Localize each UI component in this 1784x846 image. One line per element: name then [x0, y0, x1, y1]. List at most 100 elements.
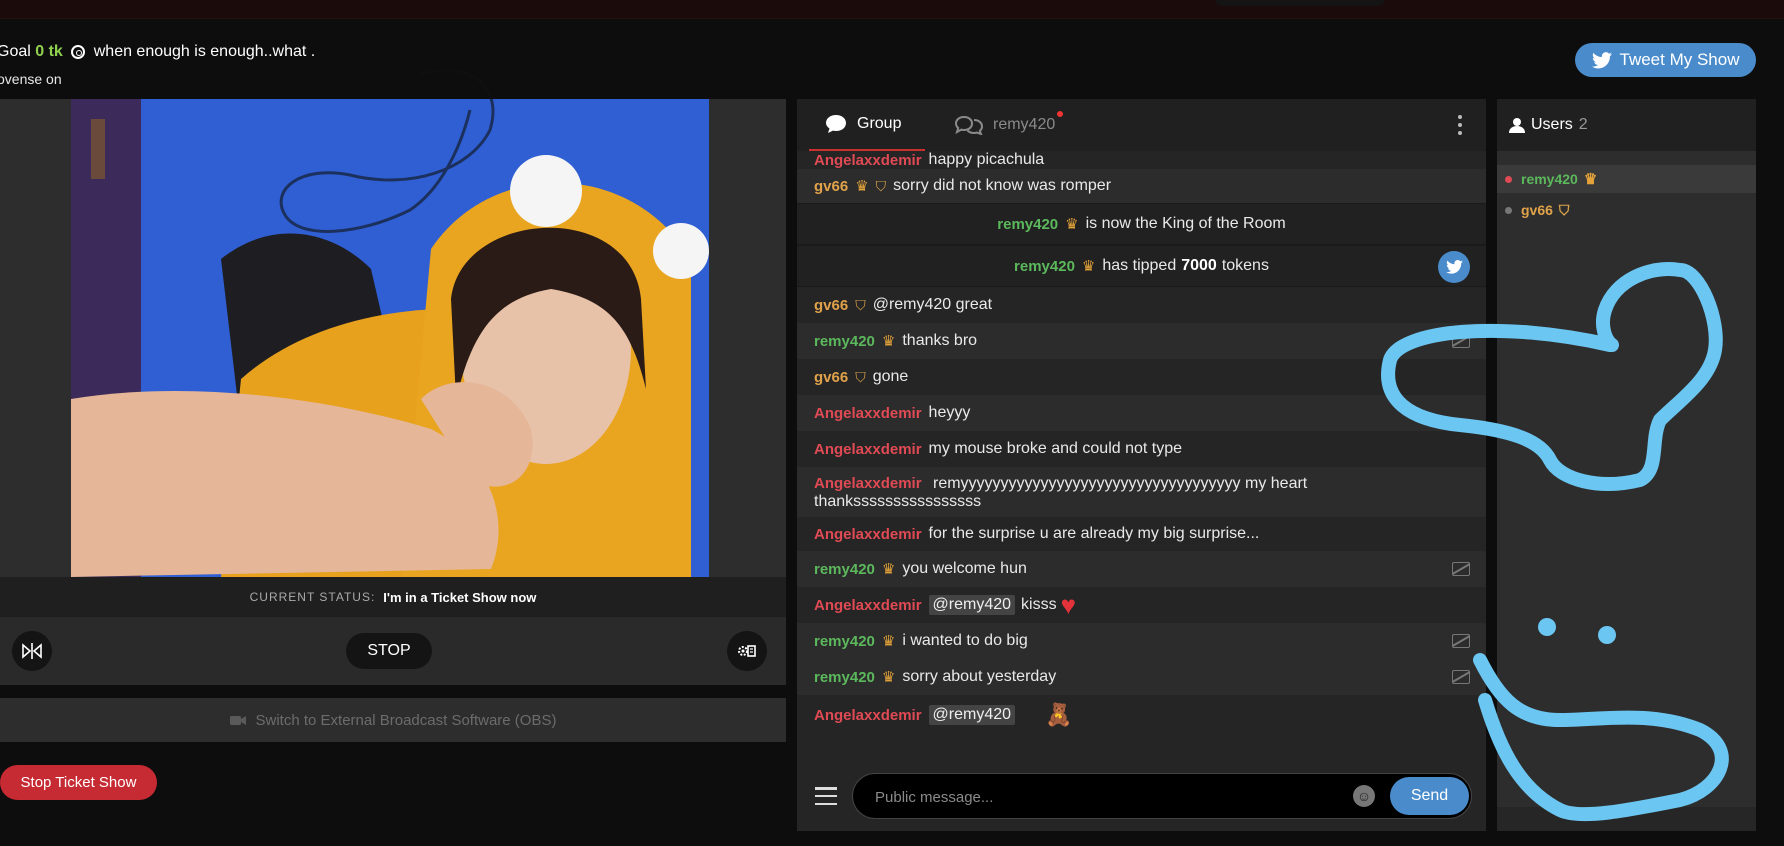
shield-icon: ⛉ [855, 368, 866, 385]
users-title: Users [1531, 116, 1573, 133]
message-input-wrapper: ☺ Send [852, 773, 1472, 819]
tweet-my-show-button[interactable]: Tweet My Show [1575, 43, 1756, 77]
username[interactable]: Angelaxxdemir [814, 526, 922, 543]
message-text: for the surprise u are already my big su… [928, 525, 1260, 542]
chat-message: remy420 ♛ you welcome hun [797, 551, 1486, 587]
obs-label: Switch to External Broadcast Software (O… [255, 711, 557, 729]
username[interactable]: Angelaxxdemir [814, 152, 922, 169]
stop-button[interactable]: STOP [346, 633, 432, 669]
hide-message-icon[interactable] [1452, 670, 1470, 684]
menu-line [815, 802, 837, 805]
message-text: tokens [1221, 257, 1269, 274]
twitter-icon [1445, 260, 1463, 274]
username[interactable]: Angelaxxdemir [814, 441, 922, 458]
chat-tabs: Group remy420 [797, 99, 1486, 151]
username[interactable]: remy420 [814, 333, 875, 350]
stop-ticket-show-button[interactable]: Stop Ticket Show [0, 765, 157, 800]
hide-message-icon[interactable] [1452, 334, 1470, 348]
tweet-my-show-label: Tweet My Show [1619, 50, 1740, 69]
chat-message: remy420 ♛ sorry about yesterday [797, 659, 1486, 695]
message-text: kisss [1021, 596, 1057, 613]
flip-camera-button[interactable] [12, 631, 52, 671]
crown-icon: ♛ [881, 633, 896, 650]
tab-group-label: Group [857, 115, 902, 132]
message-text: my mouse broke and could not type [928, 440, 1183, 457]
emoji-icon[interactable]: ☺ [1353, 785, 1375, 807]
tweet-tip-button[interactable] [1438, 251, 1470, 283]
mention-tag[interactable]: @remy420 [928, 595, 1016, 615]
message-text: @remy420 great [872, 296, 993, 313]
users-panel: Users 2 remy420 ♛ gv66 ⛉ [1497, 99, 1756, 831]
tab-private-remy420[interactable]: remy420 [955, 99, 1064, 151]
chat-message: gv66 ♛ ⛉ sorry did not know was romper [797, 169, 1486, 203]
menu-line [815, 794, 837, 798]
message-text: remyyyyyyyyyyyyyyyyyyyyyyyyyyyyyyyyyyy m… [933, 475, 1308, 492]
crown-icon: ♛ [855, 178, 869, 195]
chat-input-bar: ☺ Send [797, 761, 1486, 831]
settings-icon [738, 645, 756, 657]
shield-icon: ⛉ [855, 296, 866, 313]
mention-tag[interactable]: @remy420 [928, 705, 1016, 725]
goal-amount: 0 tk [35, 43, 63, 60]
switch-obs-button[interactable]: Switch to External Broadcast Software (O… [0, 698, 786, 742]
chat-message: gv66 ⛉ @remy420 great [797, 287, 1486, 323]
user-list-item[interactable]: gv66 ⛉ [1497, 196, 1756, 224]
send-button[interactable]: Send [1390, 777, 1469, 815]
user-icon [1509, 118, 1525, 133]
username[interactable]: gv66 [814, 369, 848, 386]
top-bar [0, 0, 1784, 19]
chat-message: Angelaxxdemir happy picachula [797, 151, 1486, 169]
crown-icon: ♛ [881, 561, 896, 578]
target-icon [71, 45, 86, 59]
unread-dot [1057, 111, 1064, 117]
video-panel [0, 99, 786, 577]
tip-message: remy420 ♛ has tipped 7000 tokens [797, 245, 1486, 287]
message-text: happy picachula [928, 151, 1045, 168]
message-text: i wanted to do big [902, 632, 1028, 649]
private-chat-icon [955, 115, 983, 135]
hide-message-icon[interactable] [1452, 562, 1470, 576]
current-status-bar: CURRENT STATUS: I'm in a Ticket Show now [0, 577, 786, 617]
username[interactable]: remy420 [814, 561, 875, 578]
username[interactable]: gv66 [814, 297, 848, 314]
tab-group[interactable]: Group [809, 99, 925, 151]
username[interactable]: Angelaxxdemir [814, 707, 922, 724]
message-text: is now the King of the Room [1085, 215, 1286, 232]
crown-icon: ♛ [881, 333, 896, 350]
user-list-item[interactable]: remy420 ♛ [1497, 165, 1756, 193]
username[interactable]: Angelaxxdemir [814, 597, 922, 614]
chat-message: remy420 ♛ thanks bro [797, 323, 1486, 359]
hug-emoji-icon: 🧸 [1045, 702, 1073, 727]
subline-text: ovense on [0, 71, 62, 87]
goal-text: when enough is enough..what . [93, 43, 316, 60]
status-value: I'm in a Ticket Show now [383, 589, 537, 605]
message-text: has tipped [1102, 257, 1177, 274]
username[interactable]: remy420 [997, 216, 1058, 233]
message-text-cont: thankssssssssssssssss [814, 493, 982, 510]
kebab-dot [1458, 123, 1462, 127]
username[interactable]: remy420 [814, 669, 875, 686]
chat-message: remy420 ♛ i wanted to do big [797, 623, 1486, 659]
chat-message: Angelaxxdemir @remy420 🧸 [797, 695, 1486, 735]
flip-icon [22, 643, 42, 659]
camera-icon [229, 715, 246, 725]
video-stream[interactable] [71, 99, 709, 577]
chat-message: Angelaxxdemir heyyy [797, 395, 1486, 431]
public-message-input[interactable] [873, 786, 1337, 808]
username[interactable]: remy420 [1014, 258, 1075, 275]
username[interactable]: Angelaxxdemir [814, 475, 922, 492]
username[interactable]: Angelaxxdemir [814, 405, 922, 422]
chat-options-menu-icon[interactable] [815, 787, 837, 805]
chat-message: Angelaxxdemir remyyyyyyyyyyyyyyyyyyyyyyy… [797, 467, 1486, 517]
username[interactable]: remy420 [814, 633, 875, 650]
hide-message-icon[interactable] [1452, 634, 1470, 648]
username[interactable]: gv66 [814, 178, 848, 195]
goal-prefix: Goal [0, 43, 31, 60]
message-text: you welcome hun [902, 560, 1027, 577]
crown-icon: ♛ [881, 669, 896, 686]
chat-menu-button[interactable] [1457, 115, 1463, 135]
status-dot [1505, 206, 1512, 214]
chat-message: Angelaxxdemir @remy420 kisss ♥ [797, 587, 1486, 623]
chat-message: gv66 ⛉ gone [797, 359, 1486, 395]
settings-button[interactable] [727, 631, 767, 671]
